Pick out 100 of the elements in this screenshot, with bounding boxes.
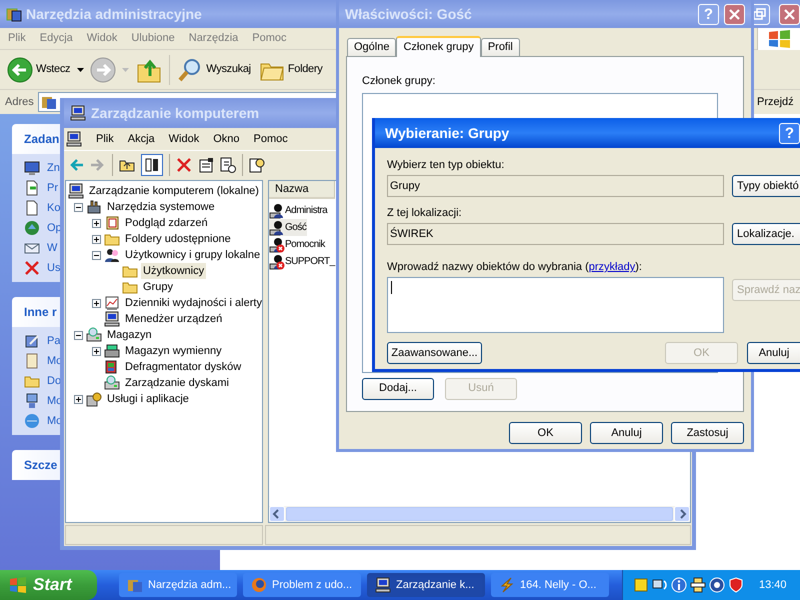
tree-item[interactable]: Magazyn xyxy=(105,326,154,344)
collapse-icon[interactable] xyxy=(74,202,82,212)
people-icon xyxy=(104,247,120,263)
button[interactable]: Anuluj xyxy=(747,342,800,364)
menu-item[interactable]: Okno xyxy=(213,130,240,148)
expand-icon[interactable] xyxy=(92,234,100,244)
task-link[interactable]: Pa xyxy=(47,332,60,350)
menu-item[interactable]: Plik xyxy=(96,130,114,148)
text-field[interactable]: ŚWIREK xyxy=(387,223,724,245)
button[interactable]: Anuluj xyxy=(590,422,663,444)
tree-item[interactable]: Zarządzanie dyskami xyxy=(123,374,231,392)
menu-item[interactable]: Plik xyxy=(8,30,26,47)
window-title: Zarządzanie komputerem xyxy=(91,104,260,123)
delete-icon[interactable] xyxy=(176,156,192,172)
list-row[interactable]: Gość xyxy=(269,219,308,236)
tree-item[interactable]: Usługi i aplikacje xyxy=(105,390,191,408)
toolbar-button[interactable]: Foldery xyxy=(258,54,324,86)
info-icon[interactable] xyxy=(671,577,687,593)
chart-icon xyxy=(104,295,120,311)
device-icon[interactable] xyxy=(690,577,706,593)
expand-icon[interactable] xyxy=(92,218,100,228)
toolbar-button[interactable]: Wyszukaj xyxy=(176,54,252,86)
menu-item[interactable]: Widok xyxy=(168,130,200,148)
taskbar-button[interactable]: Zarządzanie k... xyxy=(367,573,485,597)
task-link[interactable]: Zn xyxy=(47,160,60,176)
button[interactable]: Zaawansowane... xyxy=(387,342,482,364)
user-name: SUPPORT_ xyxy=(285,255,335,269)
expand-icon[interactable] xyxy=(74,394,82,404)
toolbar-button[interactable]: Wstecz xyxy=(6,54,72,86)
task-link[interactable]: Pr xyxy=(47,180,58,196)
tree-item[interactable]: Defragmentator dysków xyxy=(123,358,244,376)
collapse-icon[interactable] xyxy=(92,250,100,260)
pen-icon xyxy=(24,333,40,349)
close-icon[interactable] xyxy=(779,4,800,24)
button[interactable]: Lokalizacje. xyxy=(732,223,800,245)
menu-item[interactable]: Pomoc xyxy=(254,130,288,148)
tree-item[interactable]: Podgląd zdarzeń xyxy=(123,214,210,232)
tab[interactable]: Członek grupy xyxy=(396,36,481,57)
examples-link[interactable]: przykłady xyxy=(588,261,636,273)
task-link[interactable]: Ko xyxy=(47,200,60,216)
computer-icon xyxy=(375,577,391,593)
forward-icon[interactable] xyxy=(90,56,116,82)
button[interactable]: Zastosuj xyxy=(671,422,744,444)
tab[interactable]: Ogólne xyxy=(347,38,396,56)
tree-item[interactable]: Użytkownicy i grupy lokalne xyxy=(123,246,262,264)
help-icon[interactable] xyxy=(249,156,265,172)
scrollbar[interactable] xyxy=(269,506,690,522)
expand-icon[interactable] xyxy=(92,346,100,356)
properties-icon[interactable] xyxy=(198,156,214,172)
menu-item[interactable]: Akcja xyxy=(128,130,155,148)
text-field[interactable]: Grupy xyxy=(387,175,724,197)
taskbar-button[interactable]: Narzędzia adm... xyxy=(119,573,237,597)
menu-item[interactable]: Edycja xyxy=(40,30,73,47)
names-field[interactable] xyxy=(387,277,724,333)
tree-item[interactable]: Narzędzia systemowe xyxy=(105,198,217,216)
window-title: Narzędzia administracyjne xyxy=(26,4,202,24)
shield-icon[interactable] xyxy=(728,577,744,593)
task-link[interactable]: W xyxy=(47,240,58,256)
tree-item[interactable]: Foldery udostępnione xyxy=(123,230,233,248)
collapse-icon[interactable] xyxy=(74,330,82,340)
menu-item[interactable]: Pomoc xyxy=(252,30,287,47)
tree-toggle-icon[interactable] xyxy=(141,154,163,176)
tree-item[interactable]: Magazyn wymienny xyxy=(123,342,224,360)
tab[interactable]: Profil xyxy=(480,38,520,56)
export-icon[interactable] xyxy=(220,156,236,172)
field-label: Wprowadź nazwy obiektów do wybrania (przykłady): xyxy=(387,261,643,274)
tree-item[interactable]: Dzienniki wydajności i alerty xyxy=(123,294,262,312)
computer-icon xyxy=(66,131,82,147)
address-label: Adres xyxy=(5,94,34,110)
tree-item[interactable]: Użytkownicy xyxy=(141,262,206,280)
tree-item[interactable]: Menedżer urządzeń xyxy=(123,310,224,328)
tree-item[interactable]: Grupy xyxy=(141,278,175,296)
section-label: Członek grupy: xyxy=(362,74,436,89)
drive-icon xyxy=(104,375,120,391)
scroll-thumb[interactable] xyxy=(286,507,673,521)
window-title: Wybieranie: Grupy xyxy=(385,124,510,143)
computer-icon xyxy=(68,183,84,199)
button[interactable]: Typy obiektó xyxy=(732,175,800,197)
taskbar-button[interactable]: Problem z udo... xyxy=(243,573,361,597)
list-row[interactable]: Administra xyxy=(269,202,328,219)
menu-item[interactable]: Widok xyxy=(86,30,118,47)
help-button[interactable]: ? xyxy=(779,122,800,144)
menu-item[interactable]: Ulubione xyxy=(131,30,175,47)
tree-item[interactable]: Zarządzanie komputerem (lokalne) xyxy=(87,182,261,200)
go-button[interactable]: Przejdź xyxy=(755,94,800,110)
computer-icon xyxy=(70,105,86,121)
menu-item[interactable]: Narzędzia xyxy=(188,30,238,47)
taskbar-button[interactable]: 164. Nelly - O... xyxy=(491,573,609,597)
caret-icon[interactable] xyxy=(77,68,84,72)
button[interactable]: Dodaj... xyxy=(362,378,434,400)
expand-icon[interactable] xyxy=(92,298,100,308)
task-link[interactable]: Us xyxy=(47,260,60,276)
close-icon[interactable] xyxy=(724,4,745,24)
button[interactable]: OK xyxy=(509,422,582,444)
field-label: Z tej lokalizacji: xyxy=(387,207,463,220)
user-name: Pomocnik xyxy=(285,238,325,252)
app-icon[interactable] xyxy=(633,577,649,593)
column-header[interactable]: Nazwa xyxy=(269,181,335,199)
window-title: Właściwości: Gość xyxy=(345,4,472,24)
drive-icon xyxy=(104,343,120,359)
